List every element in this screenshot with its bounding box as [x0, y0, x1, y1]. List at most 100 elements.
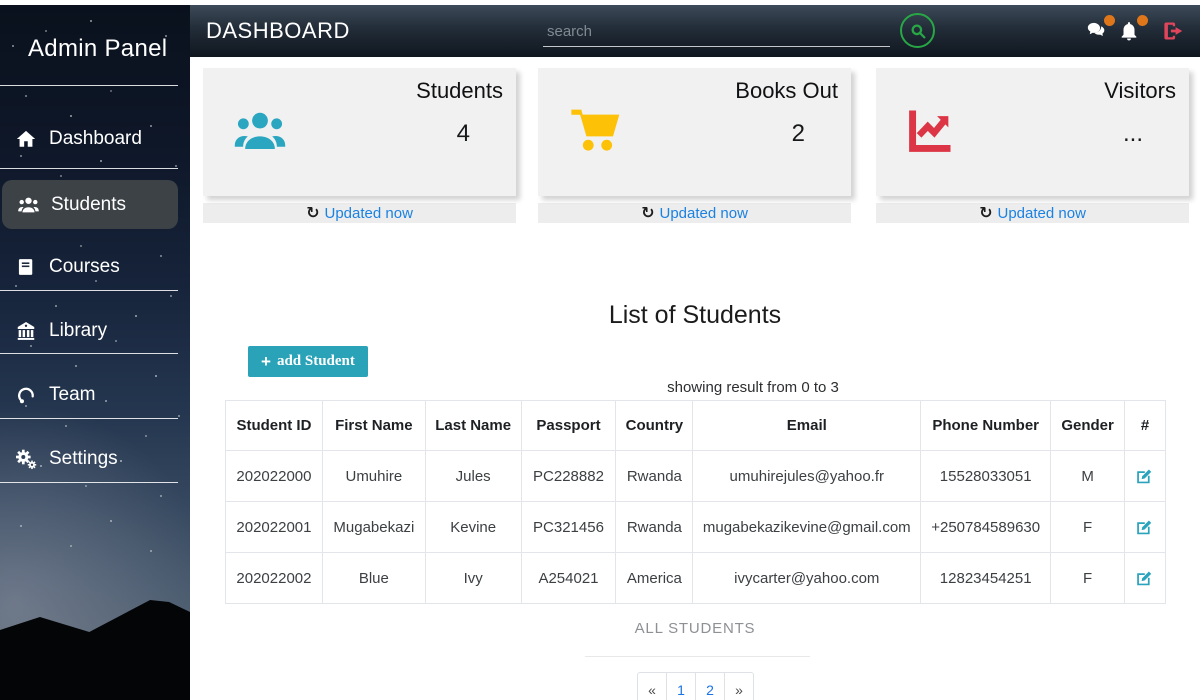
edit-student-button[interactable]: [1134, 568, 1156, 588]
updated-label: Updated now: [998, 205, 1086, 222]
card-value: ...: [1123, 120, 1143, 148]
pagination-prev[interactable]: «: [637, 672, 667, 700]
sidebar-item-team[interactable]: Team: [0, 380, 190, 410]
sidebar-item-label: Settings: [49, 448, 118, 470]
notification-badge: [1137, 15, 1148, 26]
stat-card-books-out: Books Out 2 ↻ Updated now: [538, 68, 851, 223]
col-phone: Phone Number: [921, 401, 1051, 451]
headset-icon: [13, 384, 39, 406]
chart-line-icon: [904, 104, 962, 160]
cell-student-id: 202022002: [226, 553, 323, 604]
refresh-icon: ↻: [641, 205, 654, 221]
col-first-name: First Name: [322, 401, 425, 451]
sidebar-item-label: Students: [51, 194, 126, 216]
stat-card-visitors: Visitors ... ↻ Updated now: [876, 68, 1189, 223]
library-icon: [13, 320, 39, 342]
cell-last-name: Ivy: [425, 553, 521, 604]
pagination-page-1[interactable]: 1: [666, 672, 696, 700]
updated-label: Updated now: [325, 205, 413, 222]
stat-card-students: Students 4 ↻ Updated now: [203, 68, 516, 223]
cell-passport: PC321456: [521, 502, 616, 553]
col-last-name: Last Name: [425, 401, 521, 451]
sidebar-item-library[interactable]: Library: [0, 316, 190, 346]
cell-first-name: Blue: [322, 553, 425, 604]
divider: [585, 656, 810, 657]
col-gender: Gender: [1051, 401, 1125, 451]
edit-icon: [1134, 569, 1156, 588]
card-body: Students 4: [203, 68, 516, 196]
table-row: 202022002 Blue Ivy A254021 America ivyca…: [226, 553, 1166, 604]
pagination-page-2[interactable]: 2: [695, 672, 725, 700]
sidebar-item-label: Dashboard: [49, 128, 142, 150]
divider: [0, 85, 178, 86]
page-title: DASHBOARD: [206, 18, 350, 44]
gears-icon: [13, 448, 39, 470]
topbar: DASHBOARD: [190, 5, 1200, 57]
cell-country: America: [616, 553, 693, 604]
search-icon: [909, 22, 927, 40]
book-icon: [13, 256, 39, 278]
card-value: 4: [457, 120, 470, 148]
cell-phone: 12823454251: [921, 553, 1051, 604]
messages-button[interactable]: [1085, 19, 1111, 45]
sidebar-item-courses[interactable]: Courses: [0, 252, 190, 282]
card-updated: ↻ Updated now: [876, 203, 1189, 223]
cell-first-name: Umuhire: [322, 451, 425, 502]
cell-passport: PC228882: [521, 451, 616, 502]
divider: [0, 290, 178, 291]
edit-icon: [1134, 518, 1156, 537]
refresh-icon: ↻: [306, 205, 319, 221]
col-actions: #: [1125, 401, 1166, 451]
cell-phone: +250784589630: [921, 502, 1051, 553]
pagination: « 1 2 »: [637, 672, 754, 700]
logout-button[interactable]: [1161, 19, 1187, 45]
mountain-silhouette: [0, 600, 190, 700]
cart-icon: [566, 104, 624, 160]
add-student-button[interactable]: + add Student: [248, 346, 368, 377]
cell-phone: 15528033051: [921, 451, 1051, 502]
card-title: Students: [416, 78, 503, 104]
card-title: Visitors: [1104, 78, 1176, 104]
cell-email: ivycarter@yahoo.com: [693, 553, 921, 604]
edit-student-button[interactable]: [1134, 466, 1156, 486]
sidebar-item-students[interactable]: Students: [2, 180, 178, 229]
table-row: 202022001 Mugabekazi Kevine PC321456 Rwa…: [226, 502, 1166, 553]
section-title: List of Students: [190, 301, 1200, 330]
users-icon: [15, 194, 41, 216]
sidebar-item-settings[interactable]: Settings: [0, 444, 190, 474]
col-email: Email: [693, 401, 921, 451]
divider: [0, 418, 178, 419]
table-header-row: Student ID First Name Last Name Passport…: [226, 401, 1166, 451]
sidebar: Admin Panel Dashboard Students: [0, 5, 190, 700]
col-country: Country: [616, 401, 693, 451]
notifications-button[interactable]: [1118, 19, 1144, 45]
sidebar-item-label: Courses: [49, 256, 120, 278]
edit-student-button[interactable]: [1134, 517, 1156, 537]
cell-student-id: 202022000: [226, 451, 323, 502]
cell-student-id: 202022001: [226, 502, 323, 553]
cell-country: Rwanda: [616, 451, 693, 502]
divider: [0, 482, 178, 483]
sidebar-item-dashboard[interactable]: Dashboard: [0, 124, 190, 154]
cell-gender: M: [1051, 451, 1125, 502]
pagination-next[interactable]: »: [724, 672, 754, 700]
search-input[interactable]: [543, 17, 890, 47]
all-students-label: ALL STUDENTS: [190, 620, 1200, 637]
edit-icon: [1134, 467, 1156, 486]
table-row: 202022000 Umuhire Jules PC228882 Rwanda …: [226, 451, 1166, 502]
cell-country: Rwanda: [616, 502, 693, 553]
cell-last-name: Jules: [425, 451, 521, 502]
users-icon: [231, 104, 289, 160]
card-body: Books Out 2: [538, 68, 851, 196]
cell-gender: F: [1051, 553, 1125, 604]
search-button[interactable]: [900, 13, 935, 48]
cell-gender: F: [1051, 502, 1125, 553]
cell-last-name: Kevine: [425, 502, 521, 553]
sidebar-item-label: Library: [49, 320, 107, 342]
divider: [0, 168, 178, 169]
plus-icon: +: [261, 353, 271, 370]
card-value: 2: [792, 120, 805, 148]
app-title: Admin Panel: [28, 35, 167, 63]
col-passport: Passport: [521, 401, 616, 451]
add-student-label: add Student: [277, 353, 355, 370]
